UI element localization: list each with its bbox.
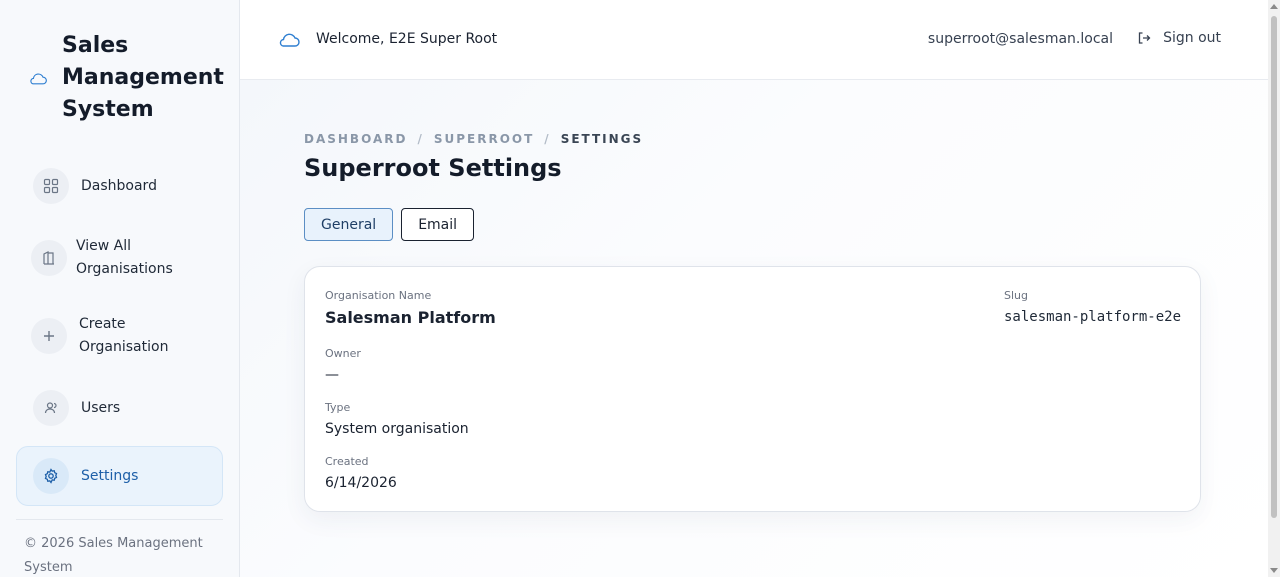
field-value: 6/14/2026 (325, 475, 397, 491)
field-label: Slug (1004, 289, 1028, 302)
sidebar: Sales Management System Dashboard View A… (0, 0, 240, 577)
breadcrumb-separator: / (544, 132, 551, 146)
field-label: Type (325, 401, 351, 414)
field-value: salesman-platform-e2e (1004, 309, 1182, 325)
page-scrollbar[interactable] (1268, 0, 1280, 577)
breadcrumb: DASHBOARD / SUPERROOT / SETTINGS (304, 132, 643, 146)
breadcrumb-item-superroot[interactable]: SUPERROOT (434, 132, 534, 146)
field-value: System organisation (325, 421, 469, 437)
sidebar-item-dashboard[interactable]: Dashboard (16, 158, 223, 214)
tab-email[interactable]: Email (401, 208, 475, 241)
breadcrumb-separator: / (417, 132, 424, 146)
organisation-name-field: Organisation Name Salesman Platform (325, 289, 496, 327)
sidebar-item-label: Dashboard (81, 177, 157, 194)
plus-icon (31, 318, 67, 354)
sidebar-item-label: Settings (81, 467, 139, 484)
copyright: © 2026 Sales Management System (24, 536, 203, 575)
main-content: DASHBOARD / SUPERROOT / SETTINGS Superro… (240, 80, 1268, 577)
cloud-icon (279, 33, 300, 47)
grid-icon (33, 168, 69, 204)
owner-field: Owner — (325, 347, 361, 383)
user-email: superroot@salesman.local (927, 31, 1113, 47)
settings-tabs: General Email (304, 208, 482, 241)
user-icon (33, 390, 69, 426)
breadcrumb-item-dashboard[interactable]: DASHBOARD (304, 132, 407, 146)
field-label: Organisation Name (325, 289, 432, 302)
sidebar-nav: Dashboard View All Organisations Create … (16, 158, 223, 506)
page-title: Superroot Settings (304, 154, 562, 182)
field-label: Owner (325, 347, 361, 360)
organisation-details-card: Organisation Name Salesman Platform Slug… (304, 266, 1201, 512)
sidebar-item-create-organisation[interactable]: Create Organisation (16, 302, 223, 370)
sidebar-item-label: View All Organisations (76, 238, 173, 277)
field-label: Created (325, 455, 369, 468)
brand-title: Sales Management System (62, 33, 224, 122)
cloud-icon (30, 73, 47, 85)
tab-general[interactable]: General (304, 208, 394, 241)
sidebar-item-settings[interactable]: Settings (16, 446, 223, 506)
sidebar-item-view-all-organisations[interactable]: View All Organisations (16, 224, 223, 292)
brand[interactable]: Sales Management System (28, 30, 224, 126)
sidebar-item-users[interactable]: Users (16, 380, 223, 436)
sidebar-item-label: Create Organisation (79, 316, 169, 355)
gear-icon (33, 458, 69, 494)
topbar: Welcome, E2E Super Root superroot@salesm… (240, 0, 1268, 80)
created-field: Created 6/14/2026 (325, 455, 397, 491)
slug-field: Slug salesman-platform-e2e (1004, 289, 1181, 325)
scroll-up-arrow[interactable] (1270, 4, 1278, 9)
welcome-text: Welcome, E2E Super Root (316, 31, 498, 47)
breadcrumb-item-settings: SETTINGS (560, 132, 644, 146)
scroll-thumb[interactable] (1271, 16, 1277, 518)
field-value: Salesman Platform (325, 308, 496, 327)
sign-out-button[interactable]: Sign out (1137, 30, 1221, 46)
scroll-down-arrow[interactable] (1270, 568, 1278, 573)
sidebar-item-label: Users (81, 399, 121, 416)
type-field: Type System organisation (325, 401, 469, 437)
sign-out-icon (1138, 32, 1151, 44)
columns-icon (31, 240, 67, 276)
sidebar-divider (16, 519, 223, 520)
field-value: — (325, 367, 339, 383)
sign-out-label: Sign out (1163, 30, 1221, 46)
